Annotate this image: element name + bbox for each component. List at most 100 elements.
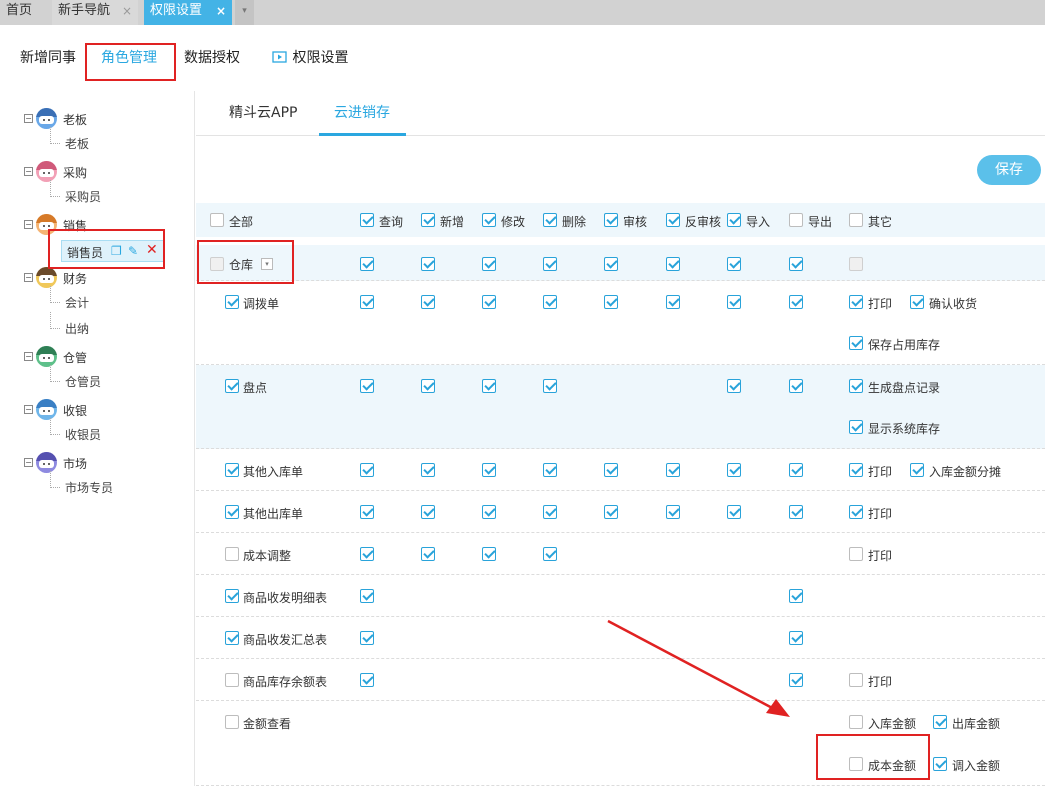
tree-item[interactable]: 收银员 — [50, 418, 170, 444]
permission-checkbox[interactable] — [421, 547, 435, 561]
permission-checkbox[interactable] — [225, 505, 239, 519]
permission-checkbox[interactable] — [789, 673, 803, 687]
permission-checkbox[interactable] — [727, 213, 741, 227]
chevron-down-icon[interactable]: ▾ — [261, 258, 273, 270]
permission-checkbox[interactable] — [789, 631, 803, 645]
permission-checkbox[interactable] — [543, 463, 557, 477]
nav-permission-settings[interactable]: 权限设置 — [272, 48, 348, 68]
tab-permission[interactable]: 权限设置 × — [144, 0, 232, 25]
permission-checkbox[interactable] — [543, 295, 557, 309]
permission-checkbox[interactable] — [360, 547, 374, 561]
permission-checkbox[interactable] — [604, 505, 618, 519]
permission-checkbox[interactable] — [666, 295, 680, 309]
permission-checkbox[interactable] — [225, 463, 239, 477]
permission-checkbox[interactable] — [543, 379, 557, 393]
permission-checkbox[interactable] — [543, 505, 557, 519]
permission-checkbox[interactable] — [849, 295, 863, 309]
tree-group[interactable]: − 老板 — [24, 108, 184, 130]
collapse-icon[interactable]: − — [24, 405, 33, 414]
tree-group[interactable]: − 销售 — [24, 214, 184, 236]
collapse-icon[interactable]: − — [24, 458, 33, 467]
permission-checkbox[interactable] — [225, 547, 239, 561]
permission-checkbox[interactable] — [482, 257, 496, 271]
permission-checkbox[interactable] — [225, 631, 239, 645]
permission-checkbox[interactable] — [604, 213, 618, 227]
edit-icon[interactable]: ✎ — [128, 244, 138, 258]
permission-checkbox[interactable] — [421, 257, 435, 271]
tree-item-selected[interactable]: 销售员 ❐ ✎ ✕ — [61, 240, 164, 262]
permission-checkbox[interactable] — [789, 505, 803, 519]
permission-checkbox[interactable] — [849, 673, 863, 687]
permission-checkbox[interactable] — [789, 589, 803, 603]
permission-checkbox[interactable] — [421, 463, 435, 477]
permission-checkbox[interactable] — [421, 505, 435, 519]
permission-checkbox[interactable] — [482, 463, 496, 477]
permission-checkbox[interactable] — [225, 379, 239, 393]
permission-checkbox[interactable] — [849, 757, 863, 771]
permission-checkbox[interactable] — [543, 213, 557, 227]
tree-item[interactable]: 老板 — [50, 127, 170, 153]
permission-checkbox[interactable] — [421, 295, 435, 309]
tree-group[interactable]: − 采购 — [24, 161, 184, 183]
collapse-icon[interactable]: − — [24, 220, 33, 229]
permission-checkbox[interactable] — [789, 257, 803, 271]
nav-data-authorization[interactable]: 数据授权 — [184, 48, 240, 68]
permission-checkbox[interactable] — [849, 547, 863, 561]
permission-checkbox[interactable] — [482, 295, 496, 309]
permission-checkbox[interactable] — [849, 420, 863, 434]
tab-guide[interactable]: 新手导航 × — [52, 0, 138, 25]
permission-checkbox[interactable] — [849, 505, 863, 519]
permission-checkbox[interactable] — [360, 295, 374, 309]
permission-checkbox[interactable] — [666, 257, 680, 271]
permission-checkbox[interactable] — [910, 463, 924, 477]
permission-checkbox[interactable] — [727, 505, 741, 519]
permission-checkbox[interactable] — [727, 463, 741, 477]
permission-checkbox[interactable] — [849, 213, 863, 227]
tree-group[interactable]: − 市场 — [24, 452, 184, 474]
collapse-icon[interactable]: − — [24, 167, 33, 176]
permission-checkbox[interactable] — [849, 336, 863, 350]
permission-checkbox[interactable] — [933, 757, 947, 771]
permission-checkbox[interactable] — [482, 213, 496, 227]
tree-item[interactable]: 仓管员 — [50, 365, 170, 391]
permission-checkbox[interactable] — [789, 295, 803, 309]
permission-checkbox[interactable] — [360, 379, 374, 393]
save-button[interactable]: 保存 — [977, 155, 1041, 185]
tab-cloud-inventory[interactable]: 云进销存 — [334, 102, 390, 122]
permission-checkbox[interactable] — [482, 505, 496, 519]
tree-item[interactable]: 市场专员 — [50, 471, 170, 497]
tree-group[interactable]: − 财务 — [24, 267, 184, 289]
permission-checkbox[interactable] — [482, 547, 496, 561]
collapse-icon[interactable]: − — [24, 114, 33, 123]
tab-more-dropdown[interactable]: ▾ — [235, 0, 254, 25]
permission-checkbox[interactable] — [727, 257, 741, 271]
nav-add-colleague[interactable]: 新增同事 — [20, 48, 76, 68]
close-icon[interactable]: × — [216, 0, 226, 22]
permission-checkbox[interactable] — [421, 379, 435, 393]
permission-checkbox[interactable] — [727, 295, 741, 309]
delete-icon[interactable]: ✕ — [146, 242, 158, 258]
permission-checkbox[interactable] — [910, 295, 924, 309]
permission-checkbox[interactable] — [225, 589, 239, 603]
permission-checkbox[interactable] — [666, 463, 680, 477]
tab-home[interactable]: 首页 — [0, 0, 45, 25]
permission-checkbox[interactable] — [360, 505, 374, 519]
permission-checkbox[interactable] — [666, 213, 680, 227]
tree-item[interactable]: 会计 — [50, 286, 170, 312]
permission-checkbox[interactable] — [225, 673, 239, 687]
permission-checkbox[interactable] — [789, 379, 803, 393]
permission-checkbox[interactable] — [225, 295, 239, 309]
permission-checkbox[interactable] — [482, 379, 496, 393]
nav-role-management[interactable]: 角色管理 — [101, 48, 157, 68]
permission-checkbox[interactable] — [849, 715, 863, 729]
permission-checkbox[interactable] — [604, 257, 618, 271]
permission-checkbox[interactable] — [849, 463, 863, 477]
permission-checkbox[interactable] — [360, 631, 374, 645]
tree-item[interactable]: 出纳 — [50, 312, 170, 338]
permission-checkbox[interactable] — [360, 257, 374, 271]
collapse-icon[interactable]: − — [24, 352, 33, 361]
permission-checkbox[interactable] — [210, 257, 224, 271]
permission-checkbox[interactable] — [604, 463, 618, 477]
permission-checkbox[interactable] — [789, 213, 803, 227]
permission-checkbox[interactable] — [933, 715, 947, 729]
